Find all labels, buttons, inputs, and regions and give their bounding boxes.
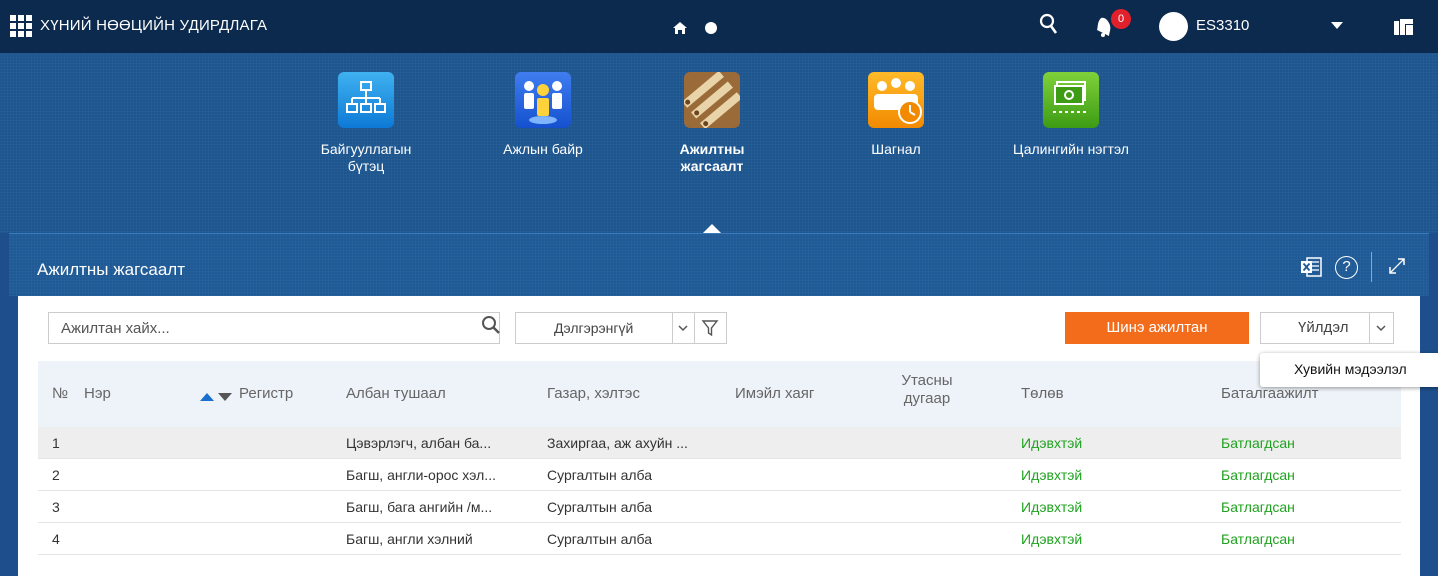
- cell-department: Сургалтын алба: [547, 467, 653, 483]
- table-row[interactable]: 1 Цэвэрлэгч, албан ба... Захиргаа, аж ах…: [38, 427, 1401, 459]
- window-stack-icon[interactable]: [1392, 15, 1414, 37]
- employee-list-panel: Дэлгэрэнгүй Шинэ ажилтан Үйлдэл Хувийн м…: [18, 296, 1438, 576]
- module-employee-list[interactable]: Ажилтны жагсаалт: [652, 72, 772, 175]
- column-name[interactable]: Нэр: [84, 385, 111, 402]
- module-workplace[interactable]: Ажлын байр: [483, 72, 603, 158]
- module-label: Ажилтны жагсаалт: [679, 141, 745, 174]
- user-avatar[interactable]: [1159, 12, 1188, 41]
- column-register[interactable]: Регистр: [239, 385, 293, 402]
- action-menu-button[interactable]: Үйлдэл: [1260, 312, 1370, 344]
- cell-no: 2: [52, 467, 60, 483]
- salary-icon: [1043, 72, 1099, 128]
- employee-search-input[interactable]: [48, 312, 500, 344]
- active-module-pointer: [703, 224, 721, 233]
- cell-no: 4: [52, 531, 60, 547]
- sort-icon[interactable]: [200, 391, 240, 403]
- column-position[interactable]: Албан тушаал: [346, 385, 446, 402]
- help-icon[interactable]: ?: [1335, 256, 1358, 279]
- chevron-down-icon: [678, 325, 688, 332]
- new-employee-button[interactable]: Шинэ ажилтан: [1065, 312, 1249, 344]
- app-title[interactable]: ХҮНИЙ НӨӨЦИЙН УДИРДЛАГА: [40, 17, 267, 34]
- cell-confirmation: Батлагдсан: [1221, 435, 1295, 451]
- search-icon[interactable]: [480, 314, 502, 336]
- panel-title: Ажилтны жагсаалт: [37, 260, 186, 279]
- org-chart-icon: [338, 72, 394, 128]
- header-divider: [1371, 252, 1372, 282]
- table-row[interactable]: 2 Багш, англи-орос хэл... Сургалтын алба…: [38, 459, 1401, 491]
- advanced-search-dropdown[interactable]: [673, 312, 695, 344]
- cell-position: Багш, бага ангийн /м...: [346, 499, 493, 515]
- award-icon: [868, 72, 924, 128]
- filter-button[interactable]: [695, 312, 727, 344]
- home-icon[interactable]: [672, 20, 688, 36]
- module-label: Ажлын байр: [503, 141, 583, 157]
- cell-no: 1: [52, 435, 60, 451]
- column-department[interactable]: Газар, хэлтэс: [547, 385, 640, 402]
- table-header: № Нэр Регистр Албан тушаал Газар, хэлтэс…: [38, 361, 1401, 427]
- excel-export-icon[interactable]: [1299, 255, 1323, 279]
- cell-no: 3: [52, 499, 60, 515]
- cell-status: Идэвхтэй: [1021, 467, 1083, 483]
- column-email[interactable]: Имэйл хаяг: [735, 385, 814, 402]
- panel-header: Ажилтны жагсаалт ?: [9, 233, 1429, 296]
- cell-department: Сургалтын алба: [547, 499, 653, 515]
- action-tooltip: Хувийн мэдээлэл: [1260, 353, 1438, 387]
- module-org-structure[interactable]: Байгууллагын бүтэц: [306, 72, 426, 175]
- cell-status: Идэвхтэй: [1021, 531, 1083, 547]
- table-row[interactable]: 4 Багш, англи хэлний Сургалтын алба Идэв…: [38, 523, 1401, 555]
- user-menu-chevron-down-icon[interactable]: [1331, 22, 1343, 29]
- employee-list-icon: [684, 72, 740, 128]
- table-row[interactable]: 3 Багш, бага ангийн /м... Сургалтын алба…: [38, 491, 1401, 523]
- module-award[interactable]: Шагнал: [836, 72, 956, 158]
- action-menu-dropdown[interactable]: [1370, 312, 1394, 344]
- module-salary[interactable]: Цалингийн нэгтэл: [1011, 72, 1131, 158]
- apps-grid-icon[interactable]: [10, 15, 32, 37]
- notification-count-badge[interactable]: 0: [1111, 9, 1131, 29]
- workplace-icon: [515, 72, 571, 128]
- module-label: Цалингийн нэгтэл: [1013, 141, 1129, 157]
- module-label: Шагнал: [871, 141, 921, 157]
- column-phone[interactable]: Утасны дугаар: [887, 372, 967, 408]
- user-name[interactable]: ES3310: [1196, 17, 1249, 34]
- chevron-down-icon: [1376, 325, 1386, 332]
- expand-icon[interactable]: [1385, 254, 1409, 278]
- cell-department: Сургалтын алба: [547, 531, 653, 547]
- cell-confirmation: Батлагдсан: [1221, 499, 1295, 515]
- cell-status: Идэвхтэй: [1021, 499, 1083, 515]
- page-dot-icon[interactable]: [705, 22, 717, 34]
- column-phone-line: Утасны: [901, 372, 953, 389]
- cell-department: Захиргаа, аж ахуйн ...: [547, 435, 688, 451]
- search-icon[interactable]: [1037, 12, 1061, 36]
- column-status[interactable]: Төлөв: [1021, 385, 1064, 402]
- advanced-search-button[interactable]: Дэлгэрэнгүй: [515, 312, 673, 344]
- column-confirmation[interactable]: Баталгаажилт: [1221, 385, 1319, 402]
- cell-position: Багш, англи хэлний: [346, 531, 473, 547]
- cell-confirmation: Батлагдсан: [1221, 467, 1295, 483]
- module-bar: Байгууллагын бүтэц Ажлын байр Ажилтны жа…: [0, 53, 1438, 233]
- module-label: Байгууллагын бүтэц: [320, 141, 412, 174]
- cell-status: Идэвхтэй: [1021, 435, 1083, 451]
- top-bar: ХҮНИЙ НӨӨЦИЙН УДИРДЛАГА 0 ES3310: [0, 0, 1438, 53]
- filter-icon: [701, 320, 719, 337]
- column-phone-line: дугаар: [903, 390, 951, 407]
- column-no[interactable]: №: [52, 385, 68, 402]
- cell-position: Цэвэрлэгч, албан ба...: [346, 435, 492, 451]
- cell-confirmation: Батлагдсан: [1221, 531, 1295, 547]
- cell-position: Багш, англи-орос хэл...: [346, 467, 496, 483]
